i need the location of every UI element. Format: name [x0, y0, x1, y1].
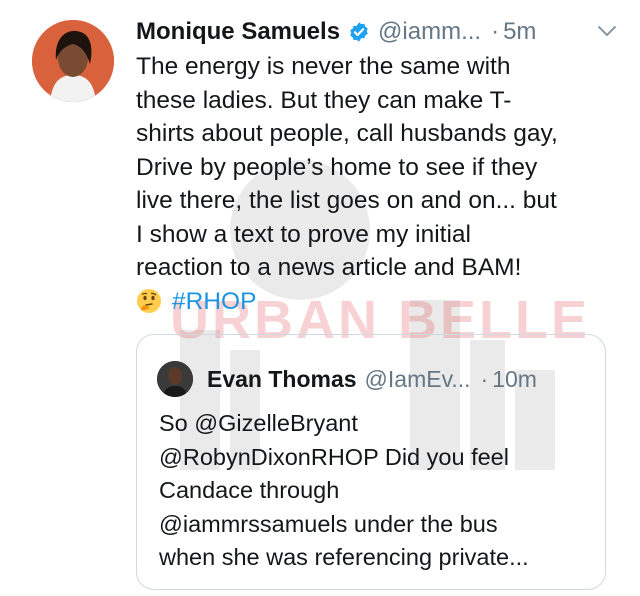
tweet-header: Monique Samuels @iamm... · 5m — [136, 14, 626, 50]
quoted-tweet-line: @iammrssamuels under the bus — [159, 510, 498, 537]
tweet-line: The energy is never the same with — [136, 53, 511, 80]
quoted-tweet-line: Candace through — [159, 477, 340, 503]
quoted-author-handle[interactable]: @IamEv... — [365, 366, 471, 393]
quoted-tweet-card[interactable]: Evan Thomas @IamEv... · 10m So @GizelleB… — [136, 334, 606, 590]
tweet-timestamp[interactable]: 5m — [503, 18, 536, 46]
tweet-line: live there, the list goes on and on... b… — [136, 187, 557, 214]
hashtag-link[interactable]: #RHOP — [172, 288, 256, 315]
tweet-line: reaction to a news article and BAM! — [136, 254, 522, 281]
quoted-author-avatar[interactable] — [157, 361, 193, 397]
author-name[interactable]: Monique Samuels — [136, 18, 340, 46]
quoted-tweet-line: when she was referencing private... — [159, 544, 529, 570]
separator-dot: · — [491, 18, 500, 45]
author-handle[interactable]: @iamm... — [378, 18, 481, 46]
tweet-line: Drive by people’s home to see if they — [136, 153, 538, 181]
thinking-face-icon — [136, 288, 162, 314]
quoted-tweet-line: @RobynDixonRHOP Did you feel — [159, 443, 509, 470]
quoted-tweet-header: Evan Thomas @IamEv... · 10m — [207, 361, 597, 397]
author-avatar[interactable] — [32, 20, 114, 102]
quoted-tweet-line: So @GizelleBryant — [159, 410, 358, 436]
tweet-line: shirts about people, call husbands gay, — [136, 120, 558, 147]
quoted-tweet-timestamp[interactable]: 10m — [492, 366, 537, 393]
chevron-down-icon[interactable] — [594, 18, 620, 44]
quoted-author-name[interactable]: Evan Thomas — [207, 366, 357, 393]
verified-badge-icon — [348, 21, 370, 43]
tweet-body: The energy is never the same with these … — [136, 50, 626, 318]
tweet-line-hashtag: #RHOP — [136, 285, 626, 319]
quoted-tweet-body: So @GizelleBryant @RobynDixonRHOP Did yo… — [159, 407, 589, 575]
tweet-line: these ladies. But they can make T- — [136, 86, 512, 114]
quoted-separator-dot: · — [480, 365, 489, 392]
tweet-line: I show a text to prove my initial — [136, 220, 471, 248]
